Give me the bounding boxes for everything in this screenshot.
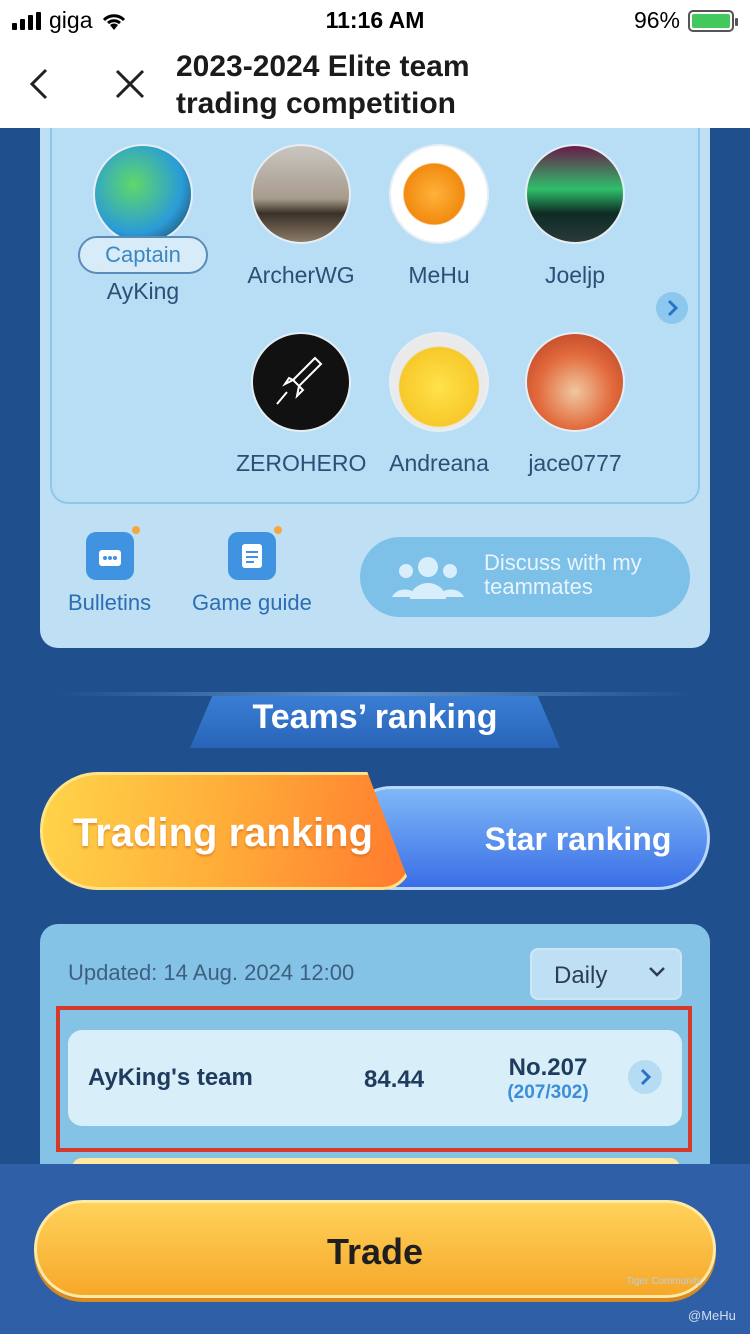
nav-bar: 2023-2024 Elite team trading competition: [0, 44, 750, 128]
discuss-label: Discuss with my teammates: [484, 550, 642, 599]
page-title: 2023-2024 Elite team trading competition: [176, 50, 470, 120]
member-name: AyKing: [106, 278, 180, 304]
battery-icon: [688, 9, 738, 32]
member-name: Joeljp: [544, 262, 606, 288]
game-guide-button[interactable]: Game guide: [192, 524, 312, 616]
team-rank-detail: (207/302): [507, 1082, 589, 1103]
member-joeljp[interactable]: Joeljp: [510, 144, 640, 289]
section-title: Teams’ ranking: [252, 698, 498, 736]
member-mehu[interactable]: MeHu: [374, 144, 504, 289]
avatar-aurora: [525, 144, 625, 244]
my-team-row[interactable]: AyKing's team 84.44 No.207 (207/302): [68, 1030, 682, 1126]
tab-trading-label: Trading ranking: [73, 811, 374, 855]
bottom-bar: Trade Tiger Community @MeHu: [0, 1164, 750, 1334]
ranking-tabs: Star ranking Trading ranking: [40, 772, 710, 892]
updated-timestamp: Updated: 14 Aug. 2024 12:00: [68, 960, 355, 985]
close-icon[interactable]: [112, 66, 148, 102]
member-name: Andreana: [389, 450, 489, 476]
member-zerohero[interactable]: ZEROHERO: [236, 332, 366, 477]
watermark: Tiger Community: [626, 1276, 702, 1287]
tab-trading-ranking[interactable]: Trading ranking: [40, 772, 412, 890]
avatar-earth: [93, 144, 193, 244]
avatar-tiger: [389, 332, 489, 432]
bulletins-label: Bulletins: [68, 590, 152, 615]
next-members-button[interactable]: [656, 292, 688, 324]
tab-star-label: Star ranking: [484, 821, 672, 857]
chevron-right-icon: [628, 1060, 662, 1094]
member-archerwg[interactable]: ArcherWG: [236, 144, 366, 289]
member-jace0777[interactable]: jace0777: [510, 332, 640, 477]
game-guide-label: Game guide: [192, 590, 312, 615]
ranking-card: Updated: 14 Aug. 2024 12:00 Daily AyKing…: [40, 924, 710, 1164]
trade-button[interactable]: Trade: [34, 1200, 716, 1298]
member-ayking[interactable]: Captain AyKing: [78, 144, 208, 305]
avatar-landscape: [251, 144, 351, 244]
avatar-skull: [525, 332, 625, 432]
team-card: Captain AyKing ArcherWG MeHu Joeljp ZERO…: [40, 100, 710, 648]
bulletins-button[interactable]: Bulletins: [68, 524, 152, 616]
guide-icon: [227, 524, 284, 580]
avatar-orange: [389, 144, 489, 244]
team-rank: No.207: [508, 1054, 588, 1081]
member-name: MeHu: [408, 262, 470, 288]
chevron-down-icon: [649, 967, 665, 977]
top-bar: giga 11:16 AM 96% 2023-2024 Elite team t…: [0, 0, 750, 128]
chevron-right-icon: [667, 299, 679, 317]
trade-label: Trade: [326, 1231, 424, 1272]
avatar-rocket: [251, 332, 351, 432]
discuss-button[interactable]: Discuss with my teammates: [360, 537, 690, 617]
watermark-user: @MeHu: [688, 1308, 736, 1323]
battery-percent: 96%: [633, 7, 680, 33]
status-bar: giga 11:16 AM 96%: [0, 0, 750, 42]
period-select[interactable]: Daily: [530, 948, 682, 1000]
back-icon[interactable]: [26, 66, 56, 102]
member-name: ZEROHERO: [236, 450, 367, 476]
team-name: AyKing's team: [88, 1064, 253, 1091]
members-panel: Captain AyKing ArcherWG MeHu Joeljp ZERO…: [50, 100, 700, 504]
team-score: 84.44: [364, 1066, 425, 1093]
member-andreana[interactable]: Andreana: [374, 332, 504, 477]
captain-badge: Captain: [78, 236, 208, 274]
member-name: ArcherWG: [247, 262, 355, 288]
bulletin-icon: [85, 524, 142, 580]
period-value: Daily: [554, 962, 608, 989]
teams-ranking-header: Teams’ ranking: [0, 688, 750, 748]
group-icon: [392, 557, 464, 599]
member-name: jace0777: [528, 450, 622, 476]
status-right: 96%: [633, 7, 738, 34]
